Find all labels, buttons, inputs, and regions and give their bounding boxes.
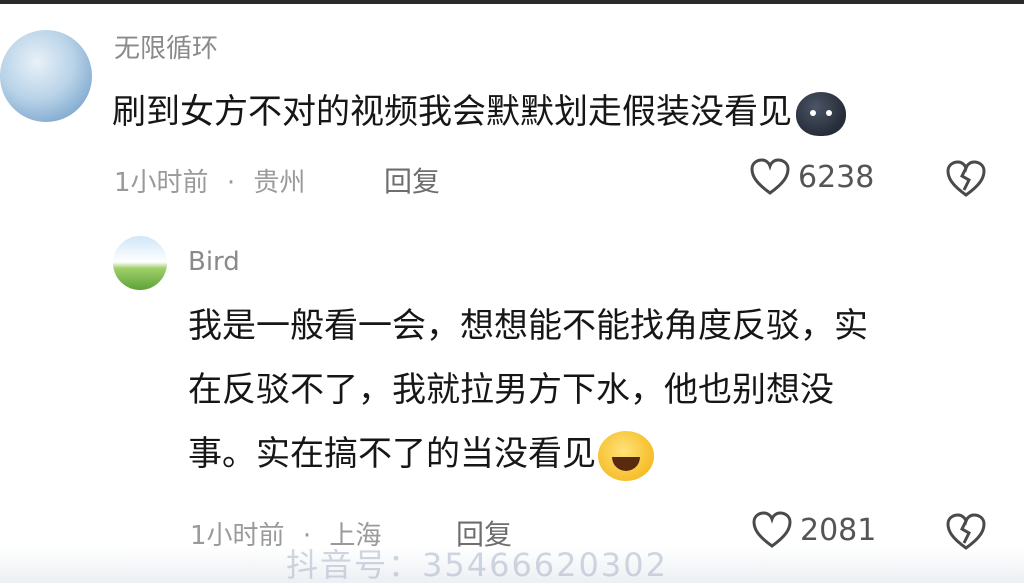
heart-icon (750, 158, 790, 195)
like-count: 2081 (800, 512, 877, 548)
heart-icon (752, 511, 792, 548)
avatar[interactable] (0, 30, 92, 122)
comment-line-last: 事。实在搞不了的当没看见 (188, 422, 868, 486)
top-border (0, 0, 1024, 4)
laughing-tears-emoji-icon (598, 430, 654, 481)
like-count: 6238 (798, 159, 875, 195)
watermark: 抖音号：35466620302 (286, 546, 668, 584)
broken-heart-icon (946, 160, 986, 197)
comment-meta: 1小时前 · 贵州 (114, 162, 305, 199)
location: 贵州 (253, 168, 306, 198)
meta-separator: · (226, 168, 236, 198)
dark-blob-emoji-icon (796, 91, 846, 136)
comment-line: 事。实在搞不了的当没看见 (188, 434, 596, 474)
like-button[interactable]: 2081 (752, 511, 876, 549)
timestamp: 1小时前 (190, 521, 285, 551)
comment-text: 刷到女方不对的视频我会默默划走假装没看见 (112, 80, 846, 144)
like-button[interactable]: 6238 (750, 158, 874, 196)
comment-line: 我是一般看一会，想想能不能找角度反驳，实 (188, 306, 868, 346)
avatar[interactable] (113, 236, 167, 290)
username[interactable]: 无限循环 (114, 28, 218, 65)
reply-button[interactable]: 回复 (384, 160, 440, 200)
broken-heart-icon (946, 513, 986, 550)
username[interactable]: Bird (188, 247, 240, 277)
comment-text-content: 刷到女方不对的视频我会默默划走假装没看见 (112, 92, 792, 132)
dislike-button[interactable] (946, 160, 986, 202)
comment-line: 在反驳不了，我就拉男方下水，他也别想没 (188, 370, 834, 410)
timestamp: 1小时前 (114, 168, 209, 198)
comment-text: 我是一般看一会，想想能不能找角度反驳，实 在反驳不了，我就拉男方下水，他也别想没… (188, 294, 868, 486)
